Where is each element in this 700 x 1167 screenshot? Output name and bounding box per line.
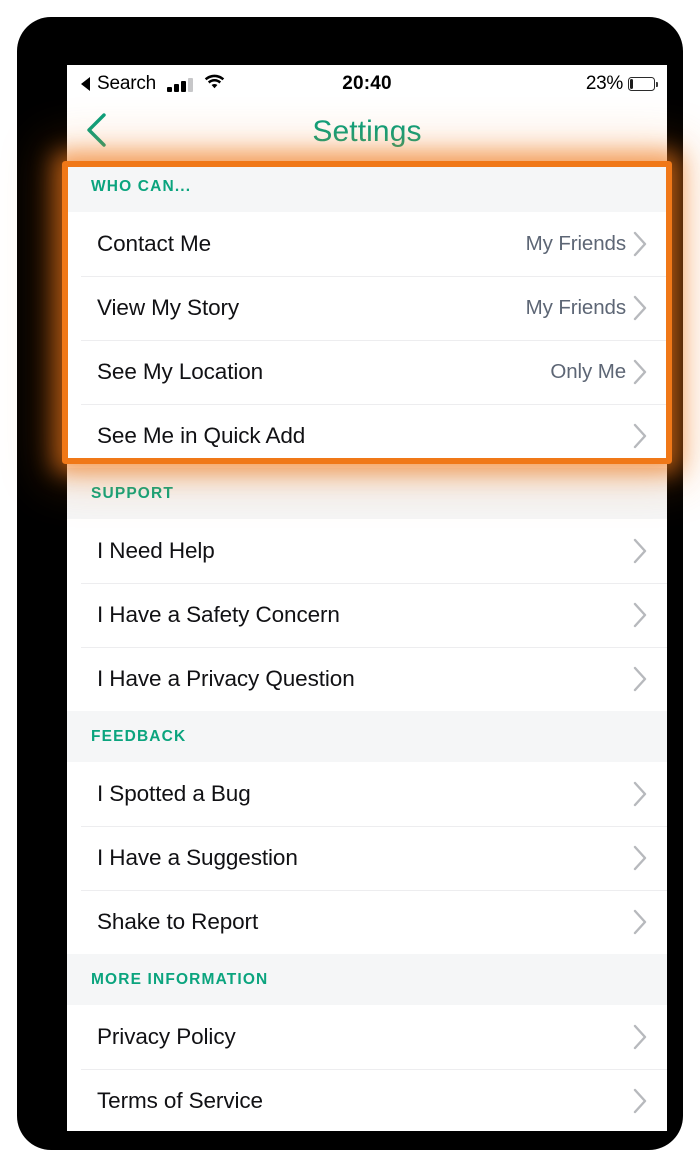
section-header: FEEDBACK: [67, 711, 667, 762]
chevron-right-icon: [633, 423, 647, 449]
settings-row[interactable]: I Need Help: [67, 519, 667, 583]
status-bar-right: 23%: [585, 65, 658, 103]
settings-row-chevron[interactable]: [632, 294, 649, 322]
settings-row-label: Terms of Service: [97, 1088, 263, 1113]
chevron-right-icon: [633, 359, 647, 385]
section-header: MORE INFORMATION: [67, 954, 667, 1005]
settings-row-chevron[interactable]: [632, 601, 649, 629]
settings-row-label: I Spotted a Bug: [97, 781, 251, 806]
chevron-left-icon: [85, 112, 107, 152]
settings-row[interactable]: Terms of Service: [67, 1069, 667, 1131]
chevron-right-icon: [633, 231, 647, 257]
settings-row-chevron[interactable]: [632, 358, 649, 386]
settings-row-label: I Have a Safety Concern: [97, 602, 340, 627]
status-bar-clock: 20:40: [342, 73, 392, 94]
settings-row[interactable]: Privacy Policy: [67, 1005, 667, 1069]
chevron-right-icon: [633, 538, 647, 564]
chevron-right-icon: [633, 781, 647, 807]
settings-row-label: Shake to Report: [97, 909, 259, 934]
settings-row-chevron[interactable]: [632, 1087, 649, 1115]
settings-row[interactable]: I Have a Privacy Question: [67, 647, 667, 711]
settings-section: SUPPORT I Need Help I Have a Safety Concer…: [67, 468, 667, 711]
page-title: Settings: [312, 115, 422, 148]
phone-device-frame: Search 20:40 23% Settings WHO CAN... Con…: [17, 17, 683, 1150]
settings-row-label: See Me in Quick Add: [97, 423, 306, 448]
settings-row-label: I Have a Privacy Question: [97, 666, 355, 691]
settings-row-chevron[interactable]: [632, 665, 649, 693]
settings-row[interactable]: Shake to Report: [67, 890, 667, 954]
settings-row-label: I Need Help: [97, 538, 215, 563]
settings-row-label: Contact Me: [97, 231, 212, 256]
settings-row-chevron[interactable]: [632, 844, 649, 872]
settings-row-label: Privacy Policy: [97, 1024, 236, 1049]
settings-row-label: I Have a Suggestion: [97, 845, 298, 870]
phone-screen: Search 20:40 23% Settings WHO CAN... Con…: [67, 65, 667, 1131]
settings-row-chevron[interactable]: [632, 780, 649, 808]
settings-list: WHO CAN... Contact Me My Friends View My St…: [67, 161, 667, 1131]
settings-row[interactable]: I Spotted a Bug: [67, 762, 667, 826]
chevron-right-icon: [633, 909, 647, 935]
chevron-right-icon: [633, 602, 647, 628]
section-header: WHO CAN...: [67, 161, 667, 212]
battery-percent-label: 23%: [585, 73, 623, 94]
settings-row-chevron[interactable]: [632, 230, 649, 258]
settings-row[interactable]: See My Location Only Me: [67, 340, 667, 404]
settings-row-value: Only Me: [550, 360, 626, 383]
settings-section: MORE INFORMATION Privacy Policy Terms of S…: [67, 954, 667, 1131]
chevron-right-icon: [633, 295, 647, 321]
battery-icon: [628, 77, 658, 91]
settings-row[interactable]: See Me in Quick Add: [67, 404, 667, 468]
status-bar: Search 20:40 23%: [67, 65, 667, 103]
settings-row[interactable]: I Have a Suggestion: [67, 826, 667, 890]
settings-row-chevron[interactable]: [632, 537, 649, 565]
settings-row-value: My Friends: [525, 296, 626, 319]
settings-row-value: My Friends: [525, 232, 626, 255]
navigation-bar: Settings: [67, 103, 667, 161]
settings-row-chevron[interactable]: [632, 1023, 649, 1051]
chevron-right-icon: [633, 666, 647, 692]
section-header: SUPPORT: [67, 468, 667, 519]
settings-row-label: View My Story: [97, 295, 240, 320]
back-button[interactable]: [85, 103, 129, 161]
chevron-right-icon: [633, 1088, 647, 1114]
settings-section: FEEDBACK I Spotted a Bug I Have a Suggesti…: [67, 711, 667, 954]
chevron-right-icon: [633, 845, 647, 871]
settings-row[interactable]: View My Story My Friends: [67, 276, 667, 340]
settings-row-chevron[interactable]: [632, 908, 649, 936]
settings-section: WHO CAN... Contact Me My Friends View My St…: [67, 161, 667, 468]
chevron-right-icon: [633, 1024, 647, 1050]
settings-row[interactable]: I Have a Safety Concern: [67, 583, 667, 647]
settings-row-label: See My Location: [97, 359, 264, 384]
settings-row-chevron[interactable]: [632, 422, 649, 450]
settings-row[interactable]: Contact Me My Friends: [67, 212, 667, 276]
